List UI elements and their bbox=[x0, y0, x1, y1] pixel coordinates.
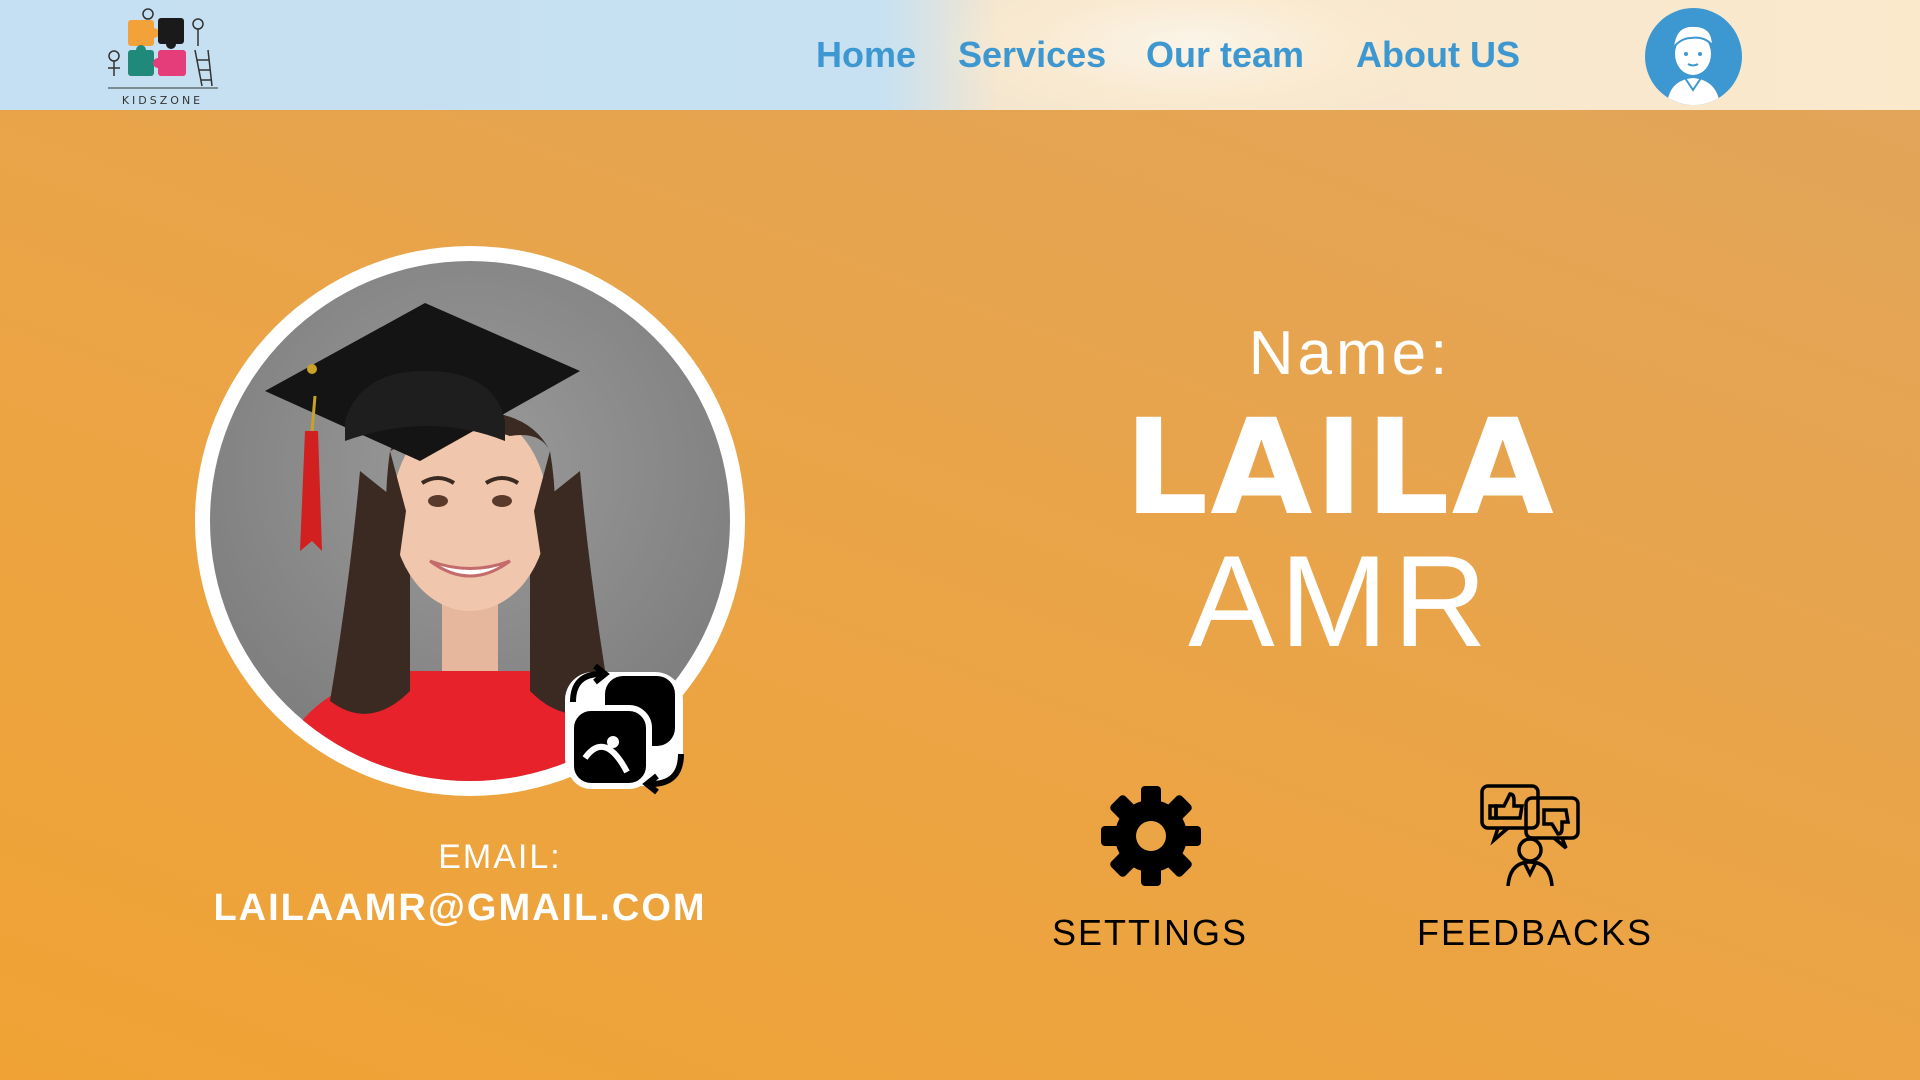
email-label: EMAIL: bbox=[438, 838, 562, 876]
settings-label: SETTINGS bbox=[1051, 912, 1249, 953]
first-name: LAILA bbox=[1124, 391, 1556, 545]
rotate-image-icon bbox=[565, 663, 684, 795]
top-navbar: KIDSZONE Home Services Our team About US bbox=[0, 0, 1920, 110]
feedbacks-label: FEEDBACKS bbox=[1416, 912, 1654, 953]
nav-services[interactable]: Services bbox=[958, 34, 1106, 76]
main-nav: Home Services Our team About US bbox=[0, 34, 1920, 84]
name-label: Name: bbox=[1248, 319, 1452, 388]
change-photo-icon[interactable] bbox=[555, 662, 693, 796]
feedbacks-button[interactable]: FEEDBACKS bbox=[1405, 784, 1665, 956]
gear-icon bbox=[1101, 786, 1201, 886]
logo-text: KIDSZONE bbox=[121, 94, 204, 107]
settings-button[interactable]: SETTINGS bbox=[1040, 786, 1260, 956]
avatar-face-icon bbox=[1667, 24, 1720, 105]
user-avatar-icon[interactable] bbox=[1645, 8, 1742, 105]
email-value: LAILAAMR@GMAIL.COM bbox=[213, 887, 707, 929]
nav-home[interactable]: Home bbox=[816, 34, 916, 76]
nav-about-us[interactable]: About US bbox=[1356, 34, 1520, 76]
feedback-icon bbox=[1480, 784, 1580, 887]
last-name: AMR bbox=[1188, 528, 1492, 674]
nav-our-team[interactable]: Our team bbox=[1146, 34, 1304, 76]
